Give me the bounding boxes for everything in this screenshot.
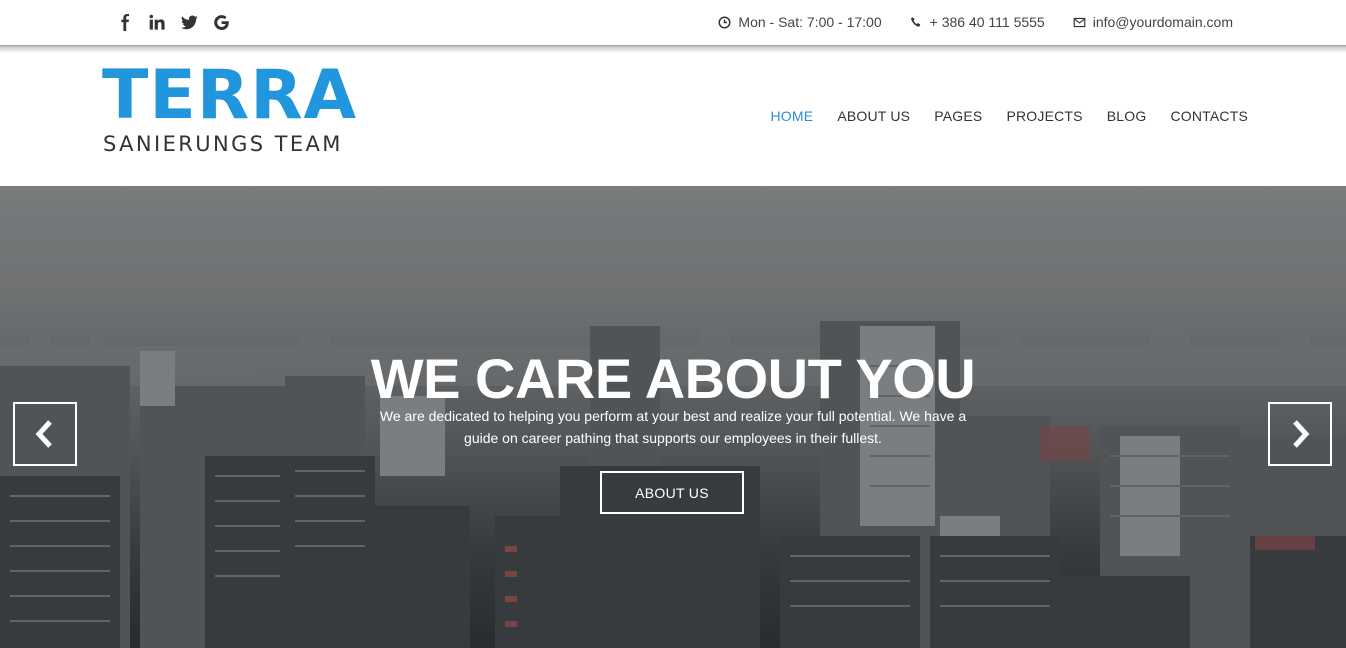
nav-item-blog[interactable]: BLOG bbox=[1107, 108, 1147, 124]
phone-text: + 386 40 111 5555 bbox=[929, 14, 1045, 30]
nav-item-about-us[interactable]: ABOUT US bbox=[837, 108, 910, 124]
logo[interactable]: TERRA SANIERUNGS TEAM bbox=[102, 62, 382, 160]
facebook-icon bbox=[120, 13, 129, 31]
about-us-button[interactable]: ABOUT US bbox=[600, 471, 744, 514]
top-bar: Mon - Sat: 7:00 - 17:00 + 386 40 111 555… bbox=[0, 0, 1346, 53]
nav-item-contacts[interactable]: CONTACTS bbox=[1170, 108, 1248, 124]
phone-icon bbox=[910, 16, 920, 27]
clock-icon bbox=[718, 15, 731, 29]
email-item[interactable]: info@yourdomain.com bbox=[1073, 14, 1233, 30]
hero-description: We are dedicated to helping you perform … bbox=[373, 405, 973, 449]
twitter-icon bbox=[180, 15, 198, 29]
linkedin-icon bbox=[149, 14, 165, 30]
envelope-icon bbox=[1073, 17, 1086, 27]
nav-item-pages[interactable]: PAGES bbox=[934, 108, 982, 124]
linkedin-link[interactable] bbox=[148, 12, 166, 32]
hero-title: WE CARE ABOUT YOU bbox=[370, 347, 976, 410]
google-icon bbox=[213, 14, 229, 30]
contact-info: Mon - Sat: 7:00 - 17:00 + 386 40 111 555… bbox=[718, 14, 1233, 30]
social-links bbox=[116, 12, 230, 32]
nav-item-home[interactable]: HOME bbox=[771, 108, 814, 124]
hero-description-line-2: guide on career pathing that supports ou… bbox=[464, 430, 882, 446]
google-link[interactable] bbox=[212, 12, 230, 32]
logo-main-text: TERRA bbox=[102, 56, 358, 135]
hero-description-line-1: We are dedicated to helping you perform … bbox=[379, 408, 967, 424]
chevron-right-icon bbox=[1293, 420, 1310, 448]
main-nav: HOME ABOUT US PAGES PROJECTS BLOG CONTAC… bbox=[771, 108, 1249, 124]
site-header: TERRA SANIERUNGS TEAM HOME ABOUT US PAGE… bbox=[0, 46, 1346, 186]
chevron-left-icon bbox=[35, 420, 52, 448]
hours-item: Mon - Sat: 7:00 - 17:00 bbox=[718, 14, 882, 30]
nav-item-projects[interactable]: PROJECTS bbox=[1006, 108, 1082, 124]
email-text: info@yourdomain.com bbox=[1092, 14, 1233, 30]
hero-slider: WE CARE ABOUT YOU We are dedicated to he… bbox=[0, 186, 1346, 648]
slider-prev-button[interactable] bbox=[13, 402, 77, 466]
hours-text: Mon - Sat: 7:00 - 17:00 bbox=[738, 14, 882, 30]
twitter-link[interactable] bbox=[180, 12, 198, 32]
slider-next-button[interactable] bbox=[1268, 402, 1332, 466]
facebook-link[interactable] bbox=[116, 12, 134, 32]
phone-item[interactable]: + 386 40 111 5555 bbox=[910, 14, 1045, 30]
logo-sub-text: SANIERUNGS TEAM bbox=[103, 132, 343, 156]
